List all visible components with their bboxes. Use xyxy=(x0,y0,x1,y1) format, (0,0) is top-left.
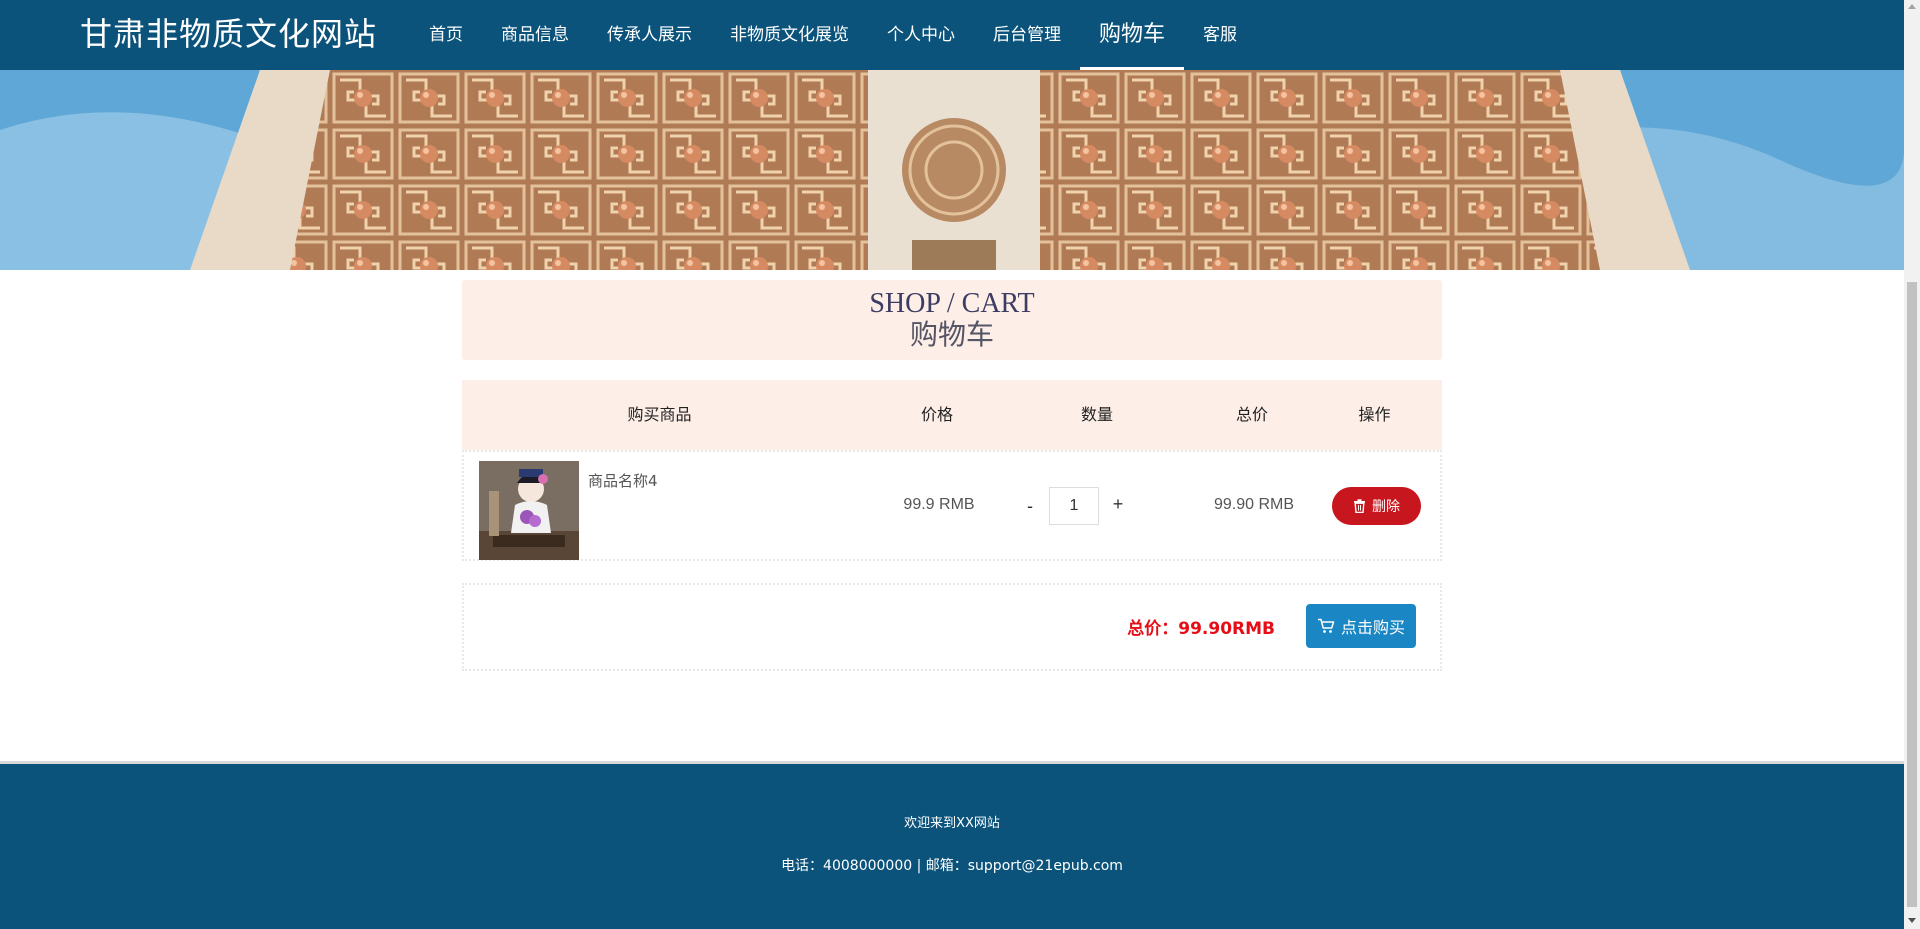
cart-table-header: 购买商品 价格 数量 总价 操作 xyxy=(462,380,1442,450)
quantity-decrease-button[interactable]: - xyxy=(1020,496,1040,517)
column-header-quantity: 数量 xyxy=(1080,405,1113,424)
cart-summary: 总价：99.90RMB 点击购买 xyxy=(462,583,1442,671)
footer-contact: 电话：4008000000 | 邮箱：support@21epub.com xyxy=(781,858,1123,874)
buy-label: 点击购买 xyxy=(1340,618,1405,637)
cart-title-en: SHOP / CART xyxy=(869,288,1035,319)
nav-item-profile[interactable]: 个人中心 xyxy=(868,0,974,70)
column-header-total: 总价 xyxy=(1235,405,1268,424)
cart-title-cn: 购物车 xyxy=(909,318,994,351)
page-scrollbar[interactable] xyxy=(1904,0,1920,929)
nav-item-products[interactable]: 商品信息 xyxy=(482,0,588,70)
trash-icon xyxy=(1354,499,1365,513)
nav-item-cart[interactable]: 购物车 xyxy=(1080,0,1185,70)
delete-button[interactable]: 删除 xyxy=(1332,487,1421,525)
quantity-input[interactable] xyxy=(1049,487,1099,525)
banner-image xyxy=(0,70,1904,270)
nav-item-exhibition[interactable]: 非物质文化展览 xyxy=(711,0,868,70)
cart-row: 商品名称4 99.9 RMB - + 99.90 RMB 删除 xyxy=(462,450,1442,561)
product-name[interactable]: 商品名称4 xyxy=(588,470,658,491)
nav-item-admin[interactable]: 后台管理 xyxy=(974,0,1080,70)
scrollbar-thumb[interactable] xyxy=(1907,282,1917,907)
banner-carousel[interactable] xyxy=(0,70,1904,270)
product-price: 99.9 RMB xyxy=(903,496,975,513)
cart-total: 总价：99.90RMB xyxy=(1127,619,1275,639)
column-header-product: 购买商品 xyxy=(627,405,692,424)
quantity-increase-button[interactable]: + xyxy=(1108,494,1128,515)
item-subtotal: 99.90 RMB xyxy=(1213,496,1295,513)
footer-welcome: 欢迎来到XX网站 xyxy=(904,816,1000,831)
column-header-price: 价格 xyxy=(920,405,953,424)
site-title[interactable]: 甘肃非物质文化网站 xyxy=(80,14,377,54)
nav-item-home[interactable]: 首页 xyxy=(410,0,482,70)
main-nav: 首页 商品信息 传承人展示 非物质文化展览 个人中心 后台管理 购物车 客服 xyxy=(410,0,1256,70)
nav-item-inheritors[interactable]: 传承人展示 xyxy=(588,0,711,70)
cart-title-panel: SHOP / CART 购物车 xyxy=(462,280,1442,360)
product-thumbnail[interactable] xyxy=(479,461,579,560)
cart-icon xyxy=(1317,618,1335,633)
nav-item-service[interactable]: 客服 xyxy=(1184,0,1256,70)
site-footer: 欢迎来到XX网站 电话：4008000000 | 邮箱：support@21ep… xyxy=(0,761,1904,929)
buy-button[interactable]: 点击购买 xyxy=(1306,604,1416,648)
site-header: 甘肃非物质文化网站 首页 商品信息 传承人展示 非物质文化展览 个人中心 后台管… xyxy=(0,0,1904,70)
scroll-up-arrow-icon[interactable] xyxy=(1908,4,1916,9)
delete-label: 删除 xyxy=(1372,499,1400,515)
column-header-action: 操作 xyxy=(1358,405,1391,424)
scroll-down-arrow-icon[interactable] xyxy=(1908,918,1916,923)
